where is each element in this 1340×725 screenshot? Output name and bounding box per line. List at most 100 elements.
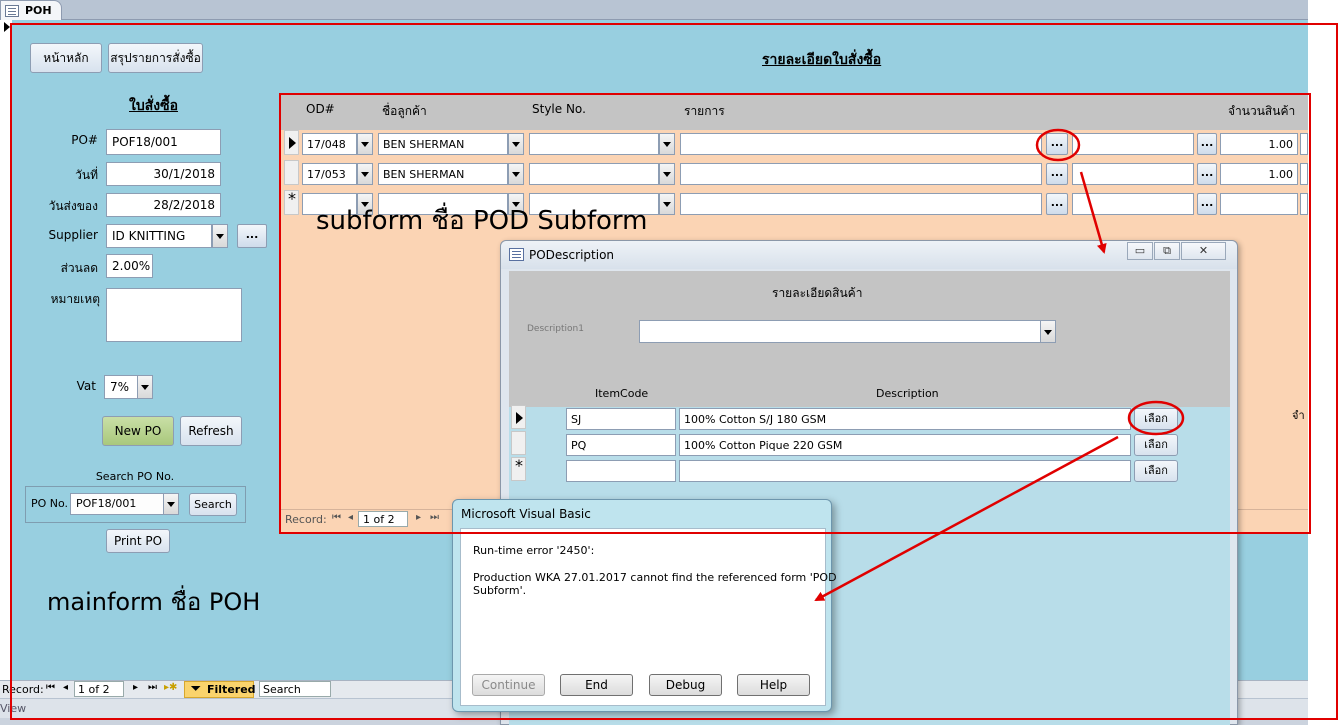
record-search-box[interactable]: Search [259,681,331,697]
od-cell[interactable]: 17/053 [302,163,357,185]
row-selector-new[interactable] [284,189,299,215]
od-cell[interactable]: 17/048 [302,133,357,155]
po-heading: ใบสั่งซื้อ [129,98,179,114]
supplier-lookup-button[interactable]: ... [237,224,267,248]
style-dropdown-icon[interactable] [659,133,675,155]
item2-lookup-button[interactable]: ... [1197,193,1217,215]
customer-cell[interactable]: BEN SHERMAN [378,133,508,155]
last-record-icon[interactable]: ⏭ [148,682,157,693]
subform-record-position[interactable]: 1 of 2 [358,511,408,527]
od-dropdown-icon[interactable] [357,163,373,185]
filtered-label: Filtered [207,683,256,696]
vb-error-code: Run-time error '2450': [473,544,595,557]
customer-cell[interactable]: BEN SHERMAN [378,163,508,185]
select-button[interactable]: เลือก [1134,434,1178,456]
style-dropdown-icon[interactable] [659,193,675,215]
select-button[interactable]: เลือก [1134,460,1178,482]
row-selector-new[interactable] [511,456,526,481]
item-lookup-button[interactable]: ... [1046,193,1068,215]
style-dropdown-icon[interactable] [659,163,675,185]
discount-field[interactable]: 2.00% [106,254,153,278]
od-dropdown-icon[interactable] [357,133,373,155]
prev-record-icon[interactable]: ◂ [63,682,68,693]
description-cell[interactable]: 100% Cotton Pique 220 GSM [679,434,1131,456]
item-cell[interactable] [680,163,1042,185]
help-button[interactable]: Help [737,674,810,696]
description-cell-new[interactable] [679,460,1131,482]
customer-dropdown-icon[interactable] [508,163,524,185]
itemcode-cell[interactable]: PQ [566,434,676,456]
search-button[interactable]: Search [189,493,237,516]
item-cell[interactable] [680,133,1042,155]
delivery-date-field[interactable]: 28/2/2018 [106,193,221,217]
item-cell-new[interactable] [680,193,1042,215]
first-record-icon[interactable]: ⏮ [46,682,55,693]
next-record-icon[interactable]: ▸ [416,512,421,523]
itemcode-cell-new[interactable] [566,460,676,482]
select-button[interactable]: เลือก [1134,408,1178,430]
new-record-icon[interactable]: ▸✱ [164,682,177,693]
next-record-icon[interactable]: ▸ [133,682,138,693]
document-tab-strip [0,0,1308,20]
vat-dropdown-icon[interactable] [137,375,153,399]
item2-cell-new[interactable] [1072,193,1194,215]
refresh-button[interactable]: Refresh [180,416,242,446]
description1-dropdown-icon[interactable] [1040,320,1056,343]
item-lookup-button[interactable]: ... [1046,133,1068,155]
restore-icon[interactable]: ⧉ [1154,242,1180,260]
supplier-dropdown-icon[interactable] [212,224,228,248]
description-cell[interactable]: 100% Cotton S/J 180 GSM [679,408,1131,430]
style-cell[interactable] [529,133,659,155]
qty-cell-new[interactable] [1220,193,1298,215]
qty-cell[interactable]: 1.00 [1220,133,1298,155]
row-selector[interactable] [511,431,526,455]
first-record-icon[interactable]: ⏮ [332,512,341,523]
end-button[interactable]: End [560,674,633,696]
new-po-button[interactable]: New PO [102,416,174,446]
po-field[interactable]: POF18/001 [106,129,221,155]
record-position-field[interactable]: 1 of 2 [74,681,124,697]
col-header-customer: ชื่อลูกค้า [382,104,427,118]
description1-combo[interactable] [639,320,1041,343]
minimize-icon[interactable]: ▭ [1127,242,1153,260]
date-field[interactable]: 30/1/2018 [106,162,221,186]
close-icon[interactable]: ✕ [1181,242,1226,260]
item-lookup-button[interactable]: ... [1046,163,1068,185]
continue-button[interactable]: Continue [472,674,545,696]
row-selector-current[interactable] [284,130,299,155]
last-record-icon[interactable]: ⏭ [430,512,439,523]
delivery-date-label: วันส่งของ [48,199,98,213]
filtered-toggle[interactable]: ⏷ Filtered [184,681,256,698]
next-column-cell[interactable] [1300,193,1308,215]
vat-combo[interactable]: 7% [104,375,138,399]
col-header-item: รายการ [684,104,725,118]
record-label: Record: [2,683,44,696]
next-column-cell[interactable] [1300,133,1308,155]
tab-poh[interactable]: POH [0,0,62,20]
item2-lookup-button[interactable]: ... [1197,163,1217,185]
next-column-cell[interactable] [1300,163,1308,185]
subform-header [280,94,1308,130]
qty-cell[interactable]: 1.00 [1220,163,1298,185]
customer-dropdown-icon[interactable] [508,133,524,155]
vb-error-dialog: Microsoft Visual Basic Run-time error '2… [452,499,837,712]
summary-button[interactable]: สรุปรายการสั่งซื้อ [108,43,203,73]
search-po-combo[interactable]: POF18/001 [70,493,164,515]
item2-cell[interactable] [1072,133,1194,155]
home-button[interactable]: หน้าหลัก [30,43,102,73]
search-po-dropdown-icon[interactable] [163,493,179,515]
col-header-od: OD# [306,102,335,116]
debug-button[interactable]: Debug [649,674,722,696]
item2-lookup-button[interactable]: ... [1197,133,1217,155]
podescription-title: PODescription [529,248,615,262]
supplier-combo[interactable]: ID KNITTING [106,224,212,248]
style-cell[interactable] [529,163,659,185]
itemcode-cell[interactable]: SJ [566,408,676,430]
item2-cell[interactable] [1072,163,1194,185]
prev-record-icon[interactable]: ◂ [348,512,353,523]
row-selector[interactable] [284,160,299,185]
print-po-button[interactable]: Print PO [106,529,170,553]
row-selector-current[interactable] [511,405,526,429]
remark-field[interactable] [106,288,242,342]
search-po-label: PO No. [31,497,69,510]
